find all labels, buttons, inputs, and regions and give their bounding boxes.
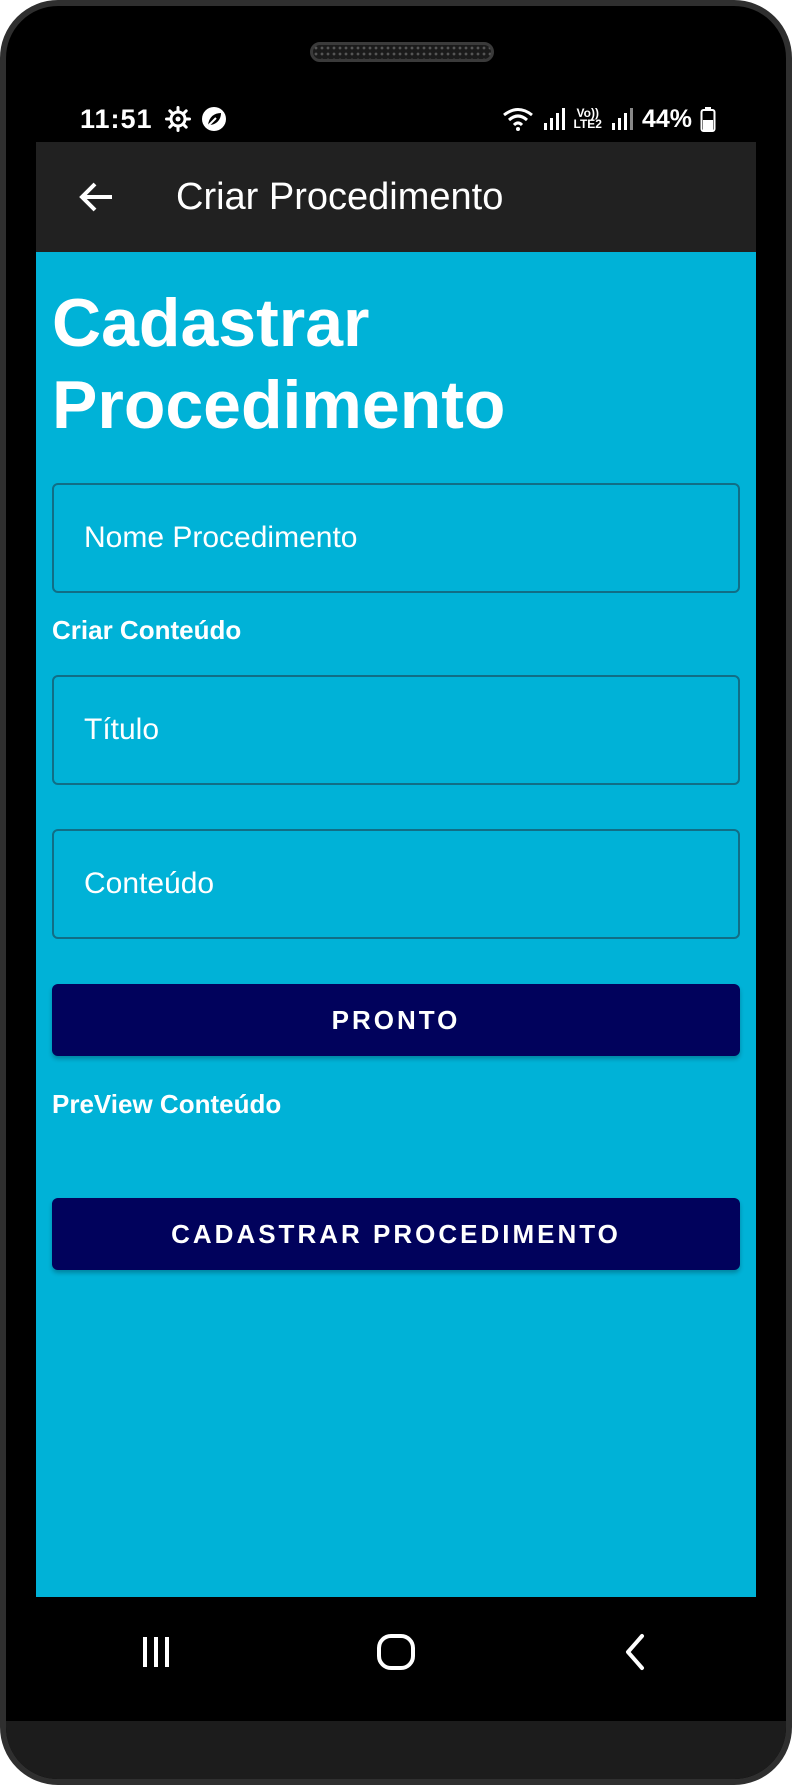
titulo-field[interactable] <box>52 675 740 785</box>
signal-icon-1 <box>543 108 565 130</box>
settings-gear-icon <box>164 106 191 132</box>
phone-chin <box>6 1721 786 1779</box>
battery-icon <box>700 107 716 132</box>
signal-icon-2 <box>611 108 633 130</box>
preview-conteudo-label: PreView Conteúdo <box>52 1089 282 1119</box>
pronto-button[interactable]: PRONTO <box>52 984 740 1056</box>
conteudo-field[interactable] <box>52 829 740 939</box>
volte-indicator: Vo)) LTE2 <box>573 106 602 131</box>
system-nav-bar <box>36 1597 756 1707</box>
status-bar: 11:51 Vo)) LTE2 44% <box>36 96 756 142</box>
wifi-icon <box>502 108 533 131</box>
status-time: 11:51 <box>80 103 153 134</box>
home-button[interactable] <box>356 1612 436 1692</box>
titulo-input[interactable] <box>54 677 738 783</box>
home-icon <box>377 1634 415 1670</box>
back-icon <box>626 1634 644 1670</box>
conteudo-input[interactable] <box>54 831 738 937</box>
battery-percent: 44% <box>641 104 692 133</box>
app-bar-title: Criar Procedimento <box>176 175 504 218</box>
leaf-app-icon <box>201 107 226 131</box>
page-title: Cadastrar Procedimento <box>52 285 506 443</box>
app-screen: Criar Procedimento Cadastrar Procediment… <box>36 142 756 1597</box>
cadastrar-procedimento-button[interactable]: CADASTRAR PROCEDIMENTO <box>52 1198 740 1270</box>
back-button[interactable] <box>66 167 126 227</box>
nome-procedimento-input[interactable] <box>54 485 738 591</box>
criar-conteudo-label: Criar Conteúdo <box>52 615 242 645</box>
speaker-grille <box>310 42 494 62</box>
recents-button[interactable] <box>116 1612 196 1692</box>
system-back-button[interactable] <box>596 1612 676 1692</box>
arrow-left-icon <box>79 182 112 212</box>
nome-procedimento-field[interactable] <box>52 483 740 593</box>
recents-icon <box>143 1637 169 1667</box>
app-bar: Criar Procedimento <box>36 142 756 252</box>
